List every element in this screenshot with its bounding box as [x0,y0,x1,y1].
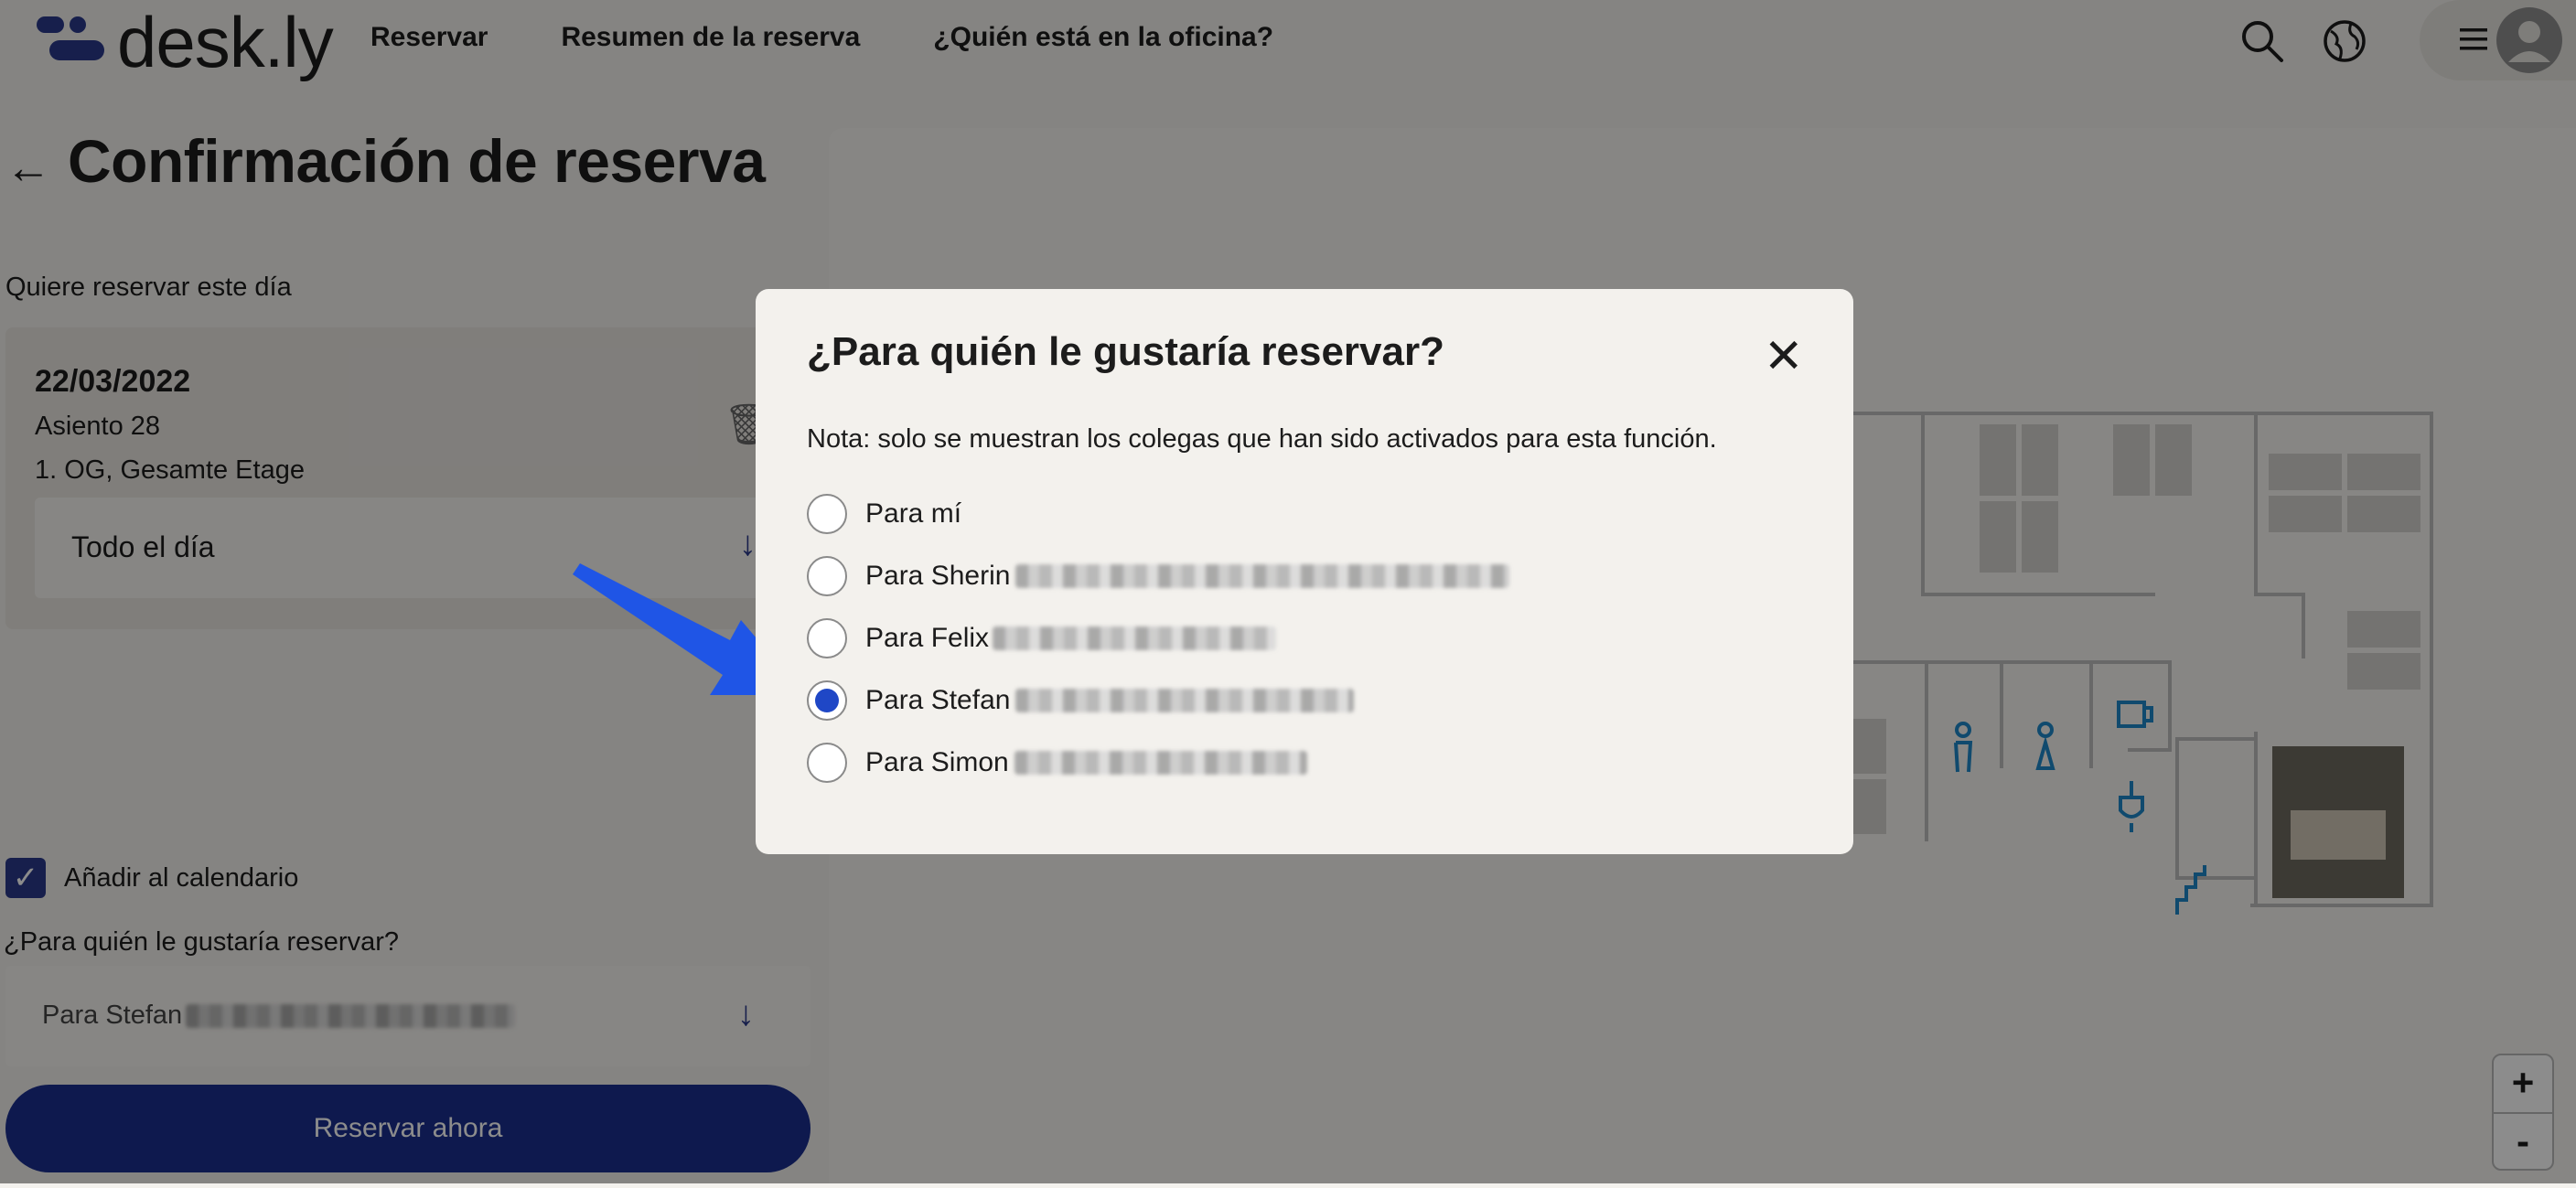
radio-para-stefan[interactable] [807,680,847,721]
option-label: Para Sherin [865,561,1011,591]
option-para-sherin[interactable]: Para Sherin [807,554,1510,598]
radio-para-felix[interactable] [807,618,847,658]
option-label: Para Stefan [865,685,1011,715]
dialog-note: Nota: solo se muestran los colegas que h… [807,424,1717,454]
redacted-surname [1014,751,1307,775]
redacted-surname [993,626,1277,650]
booking-for-dialog: ¿Para quién le gustaría reservar? ✕ Nota… [756,289,1853,854]
option-para-simon[interactable]: Para Simon [807,741,1307,785]
close-icon[interactable]: ✕ [1764,333,1804,380]
option-para-mi[interactable]: Para mí [807,492,961,536]
radio-para-sherin[interactable] [807,556,847,596]
option-label: Para Simon [865,747,1009,777]
radio-para-mi[interactable] [807,494,847,534]
option-label: Para Felix [865,623,990,653]
option-label: Para mí [865,498,962,529]
radio-para-simon[interactable] [807,743,847,783]
option-para-stefan[interactable]: Para Stefan [807,679,1355,722]
redacted-surname [1015,689,1355,712]
redacted-surname [1015,564,1510,588]
option-para-felix[interactable]: Para Felix [807,616,1277,660]
dialog-title: ¿Para quién le gustaría reservar? [807,329,1444,374]
